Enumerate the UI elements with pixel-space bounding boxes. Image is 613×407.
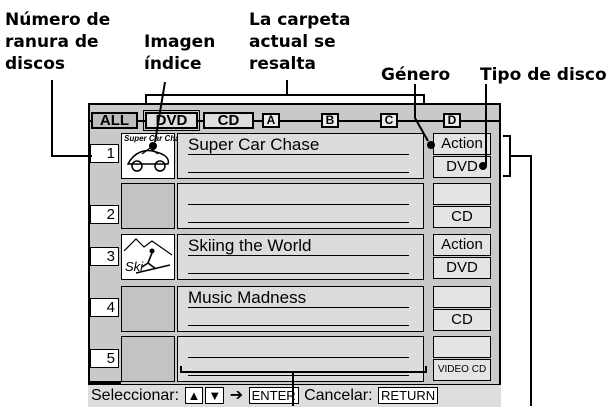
callout-lines [51,80,532,406]
